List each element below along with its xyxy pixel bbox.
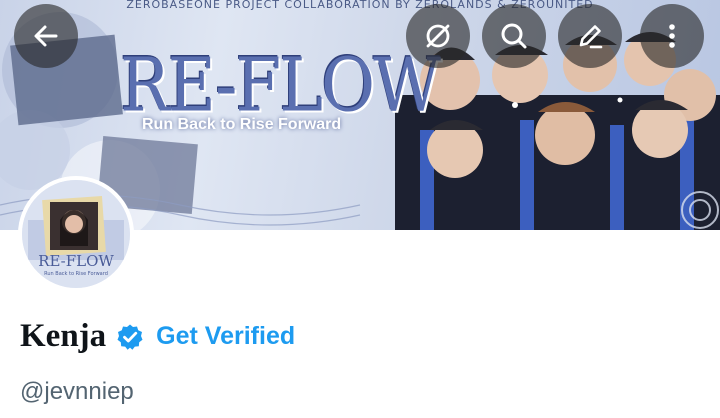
search-icon (501, 23, 527, 49)
avatar[interactable]: RE-FLOW Run Back to Rise Forward (18, 176, 134, 292)
more-vertical-icon (669, 24, 675, 48)
profile-name-row: Kenja Get Verified (20, 318, 295, 355)
get-verified-link[interactable]: Get Verified (156, 322, 295, 351)
avatar-logo-text: RE-FLOW (38, 252, 114, 270)
avatar-logo-subtext: Run Back to Rise Forward (44, 271, 108, 277)
avatar-image: RE-FLOW Run Back to Rise Forward (22, 180, 130, 288)
display-name: Kenja (20, 318, 107, 354)
more-options-button[interactable] (640, 4, 704, 68)
no-visibility-icon (426, 24, 450, 48)
banner-caption: ZEROBASEONE PROJECT COLLABORATION BY ZER… (126, 0, 594, 11)
edit-profile-button[interactable] (558, 4, 622, 68)
back-arrow-icon (34, 25, 58, 47)
hide-toggle-button[interactable] (406, 4, 470, 68)
verified-badge-icon (117, 324, 143, 350)
edit-pen-icon (579, 25, 603, 49)
avatar-artwork: RE-FLOW Run Back to Rise Forward (22, 180, 130, 288)
back-button[interactable] (14, 4, 78, 68)
search-button[interactable] (482, 4, 546, 68)
banner-subtitle: Run Back to Rise Forward (142, 116, 342, 133)
user-handle: @jevnniep (20, 378, 134, 405)
